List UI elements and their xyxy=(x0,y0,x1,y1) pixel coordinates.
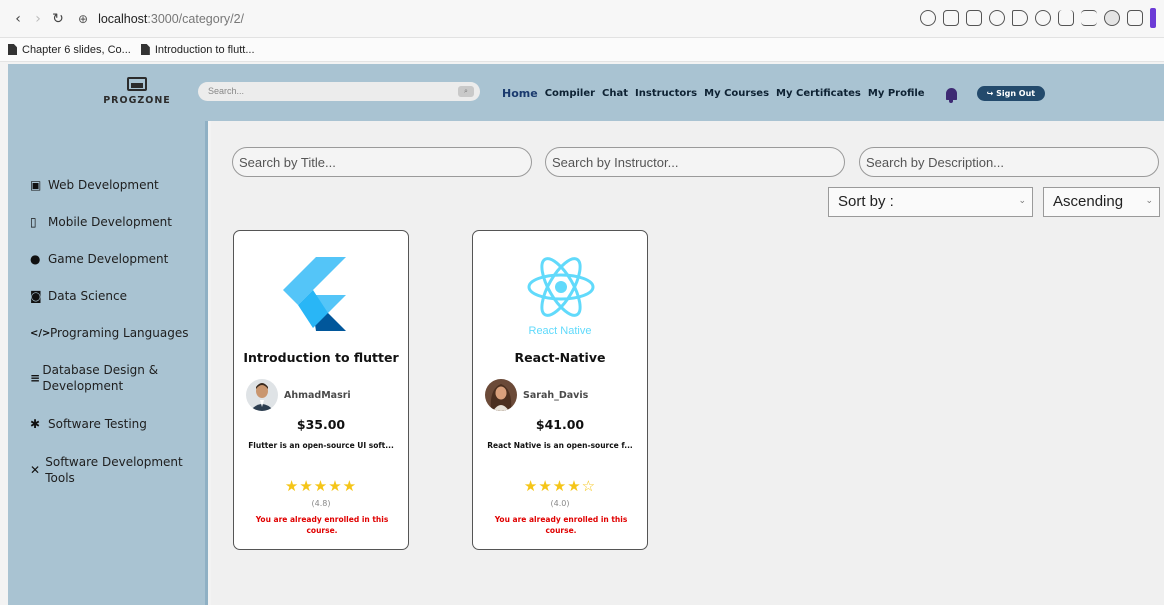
bookmark-item[interactable]: Chapter 6 slides, Co... xyxy=(8,44,131,56)
nav-chat[interactable]: Chat xyxy=(602,88,628,99)
avatar xyxy=(246,379,278,411)
instructor-name[interactable]: Sarah_Davis xyxy=(523,390,588,401)
edit-icon[interactable] xyxy=(943,10,959,26)
sidebar-item-database-design[interactable]: ≡ Database Design & Development xyxy=(30,362,180,394)
heart-icon[interactable] xyxy=(1035,10,1051,26)
sidebar-item-data-science[interactable]: ◙ Data Science xyxy=(30,288,127,304)
course-price: $35.00 xyxy=(296,417,346,432)
shield-icon[interactable] xyxy=(989,10,1005,26)
sidebar-item-web-development[interactable]: ▣ Web Development xyxy=(30,177,159,193)
order-select[interactable]: Ascending ⌄ xyxy=(1043,187,1160,217)
react-native-logo-icon: React Native xyxy=(473,253,647,337)
gamepad-icon: ● xyxy=(30,252,41,266)
page-icon xyxy=(8,44,17,55)
flutter-logo-icon xyxy=(234,253,408,333)
address-bar[interactable]: localhost:3000/category/2/ xyxy=(98,12,244,26)
bell-icon[interactable] xyxy=(945,87,957,103)
course-list-area: Search by Title... Search by Instructor.… xyxy=(211,121,1164,605)
sidebar-item-mobile-development[interactable]: ▯ Mobile Development xyxy=(30,214,172,230)
course-card[interactable]: Introduction to flutter AhmadMasri $35.0… xyxy=(233,230,409,550)
page-icon xyxy=(140,44,150,55)
bookmarks-bar: Chapter 6 slides, Co... Introduction to … xyxy=(0,38,1164,62)
course-card[interactable]: React Native React-Native Sarah_Davis $4… xyxy=(472,230,648,550)
search-input[interactable]: Search... ⌕ xyxy=(198,82,480,101)
nav-my-certificates[interactable]: My Certificates xyxy=(776,88,861,99)
play-icon[interactable] xyxy=(1012,10,1028,26)
database-icon: ≡ xyxy=(30,371,41,385)
back-icon[interactable]: ‹ xyxy=(8,11,28,27)
search-icon[interactable]: ⌕ xyxy=(458,86,474,97)
course-title[interactable]: React-Native xyxy=(473,350,647,365)
reload-icon[interactable]: ↻ xyxy=(48,11,68,27)
avatar xyxy=(485,379,517,411)
instructor-search-input[interactable]: Search by Instructor... xyxy=(545,147,845,177)
robot-icon: ◙ xyxy=(30,289,42,303)
nav-compiler[interactable]: Compiler xyxy=(545,88,595,99)
chevron-down-icon: ⌄ xyxy=(1018,195,1026,205)
profile-icon[interactable] xyxy=(1104,10,1120,26)
sidebar-item-software-development-tools[interactable]: ✕ Software Development Tools xyxy=(30,454,190,486)
sort-by-select[interactable]: Sort by : ⌄ xyxy=(828,187,1033,217)
app-header: PROGZONE Search... ⌕ Home Compiler Chat … xyxy=(8,64,1164,121)
enrollment-status: You are already enrolled in this course. xyxy=(255,515,389,535)
bug-icon: ✱ xyxy=(30,417,41,431)
course-description: Flutter is an open-source UI soft... xyxy=(248,441,394,450)
tools-icon: ✕ xyxy=(30,463,41,477)
description-search-input[interactable]: Search by Description... xyxy=(859,147,1159,177)
nav-my-courses[interactable]: My Courses xyxy=(704,88,769,99)
title-search-input[interactable]: Search by Title... xyxy=(232,147,532,177)
enrollment-status: You are already enrolled in this course. xyxy=(494,515,628,535)
nav-instructors[interactable]: Instructors xyxy=(635,88,697,99)
site-info-icon[interactable]: ⊕ xyxy=(78,12,88,26)
nav-my-profile[interactable]: My Profile xyxy=(868,88,925,99)
browser-toolbar: ‹ › ↻ ⊕ localhost:3000/category/2/ xyxy=(0,0,1164,38)
sidebar-toggle-icon[interactable] xyxy=(1150,8,1156,28)
logo[interactable]: PROGZONE xyxy=(102,77,172,106)
chevron-down-icon: ⌄ xyxy=(1145,195,1153,205)
download-icon[interactable] xyxy=(1058,10,1074,26)
menu-icon[interactable] xyxy=(1081,10,1097,26)
course-price: $41.00 xyxy=(535,417,585,432)
phone-icon: ▯ xyxy=(30,215,37,229)
rating-value: (4.8) xyxy=(311,499,331,508)
computer-icon xyxy=(127,77,147,91)
course-title[interactable]: Introduction to flutter xyxy=(234,350,408,365)
rating-value: (4.0) xyxy=(550,499,570,508)
bookmark-item[interactable]: Introduction to flutt... xyxy=(140,44,255,56)
category-sidebar: ▣ Web Development ▯ Mobile Development ●… xyxy=(8,121,208,605)
search-page-icon[interactable] xyxy=(920,10,936,26)
course-description: React Native is an open-source f... xyxy=(487,441,633,450)
forward-icon[interactable]: › xyxy=(28,11,48,27)
sidebar-item-game-development[interactable]: ● Game Development xyxy=(30,251,168,267)
nav-home[interactable]: Home xyxy=(502,87,538,100)
sidebar-item-software-testing[interactable]: ✱ Software Testing xyxy=(30,416,147,432)
instructor-name[interactable]: AhmadMasri xyxy=(284,390,351,401)
star-rating: ★★★★☆ xyxy=(523,477,597,495)
sidebar-item-programing-languages[interactable]: </> Programing Languages xyxy=(30,325,188,341)
main-nav: Home Compiler Chat Instructors My Course… xyxy=(502,86,1046,103)
laptop-icon: ▣ xyxy=(30,178,42,192)
extension-icon[interactable] xyxy=(1127,10,1143,26)
code-icon: </> xyxy=(30,327,51,339)
camera-icon[interactable] xyxy=(966,10,982,26)
sign-out-button[interactable]: ↪ Sign Out xyxy=(976,86,1046,101)
star-rating: ★★★★★ xyxy=(284,477,358,495)
